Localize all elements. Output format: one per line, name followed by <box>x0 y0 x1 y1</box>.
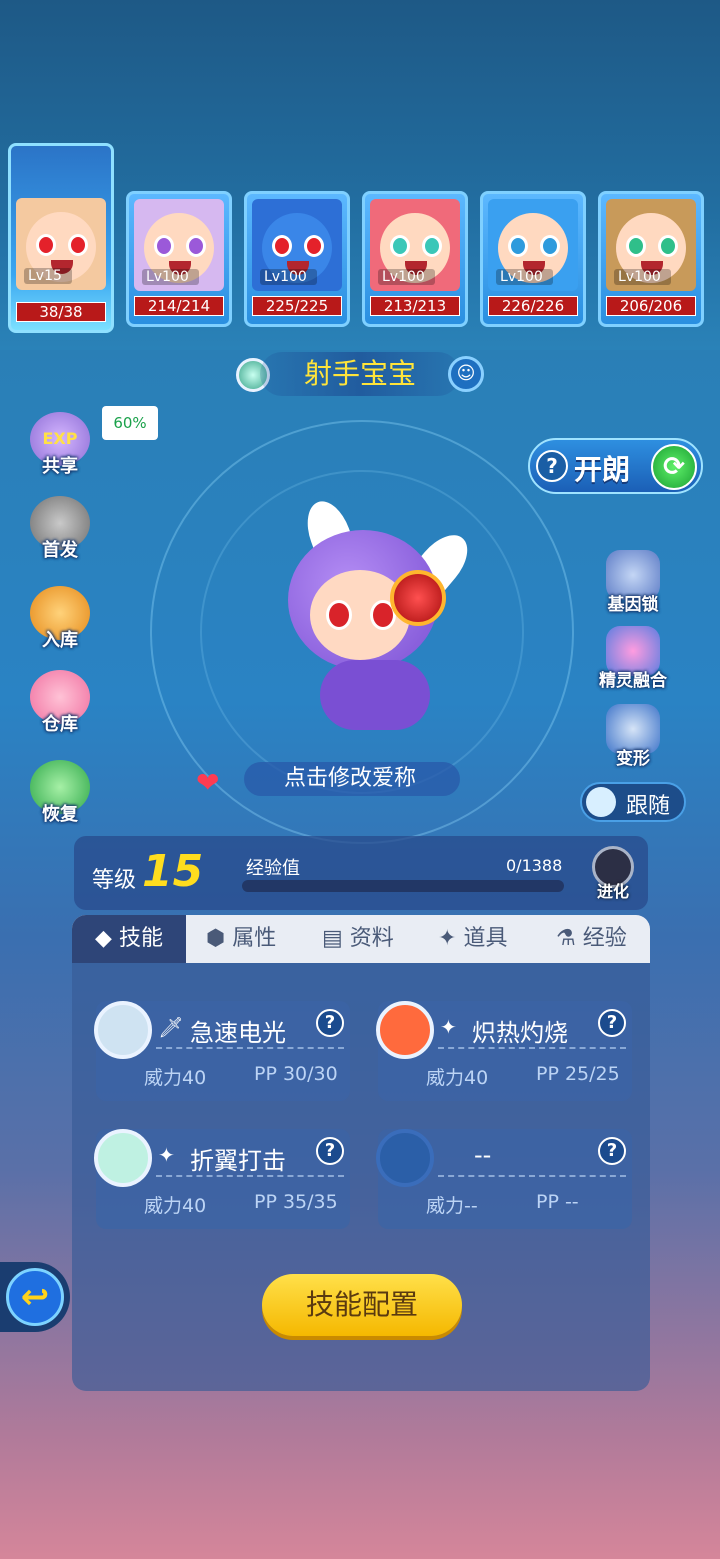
team-slot-3[interactable]: Lv100 225/225 <box>244 191 350 327</box>
pet-model[interactable] <box>240 495 490 760</box>
team-slot-4[interactable]: Lv100 213/213 <box>362 191 468 327</box>
level-tag: Lv100 <box>614 269 671 285</box>
level-value: 15 <box>142 846 204 897</box>
help-icon[interactable]: ? <box>316 1137 344 1165</box>
normal-type-icon <box>94 1001 152 1059</box>
level-panel: 等级 15 经验值 0/1388 进化 <box>74 836 648 910</box>
help-icon[interactable]: ? <box>316 1009 344 1037</box>
back-arrow-icon: ↩ <box>6 1268 64 1326</box>
level-tag: Lv100 <box>260 269 317 285</box>
skill-config-button[interactable]: 技能配置 <box>262 1274 462 1336</box>
team-roster: Lv15 38/38 Lv100 214/214 Lv100 225/225 L… <box>8 143 712 335</box>
pet-form-icon[interactable]: ☺ <box>448 356 484 392</box>
pet-portrait: Lv100 <box>134 199 224 291</box>
pet-portrait: Lv15 <box>16 198 106 290</box>
level-tag: Lv100 <box>378 269 435 285</box>
store-button[interactable]: 入库 <box>26 586 94 652</box>
hp-bar: 226/226 <box>488 296 578 316</box>
fire-type-icon <box>376 1001 434 1059</box>
toggle-knob <box>586 787 616 817</box>
pet-portrait: Lv100 <box>488 199 578 291</box>
help-icon[interactable]: ? <box>536 450 568 482</box>
level-tag: Lv100 <box>142 269 199 285</box>
skill-slot-3[interactable]: ✦ 折翼打击 ? 威力40 PP 35/35 <box>94 1129 350 1229</box>
hp-bar: 225/225 <box>252 296 342 316</box>
special-attack-icon: ✦ <box>440 1015 457 1039</box>
fusion-button[interactable]: 精灵融合 <box>588 626 678 691</box>
team-slot-5[interactable]: Lv100 226/226 <box>480 191 586 327</box>
team-slot-6[interactable]: Lv100 206/206 <box>598 191 704 327</box>
nature-button[interactable]: ? 开朗 ⟳ <box>528 438 703 494</box>
gene-lock-button[interactable]: 基因锁 <box>588 550 678 615</box>
skill-slot-4[interactable]: -- ? 威力-- PP -- <box>376 1129 632 1229</box>
hp-bar: 206/206 <box>606 296 696 316</box>
tab-profile[interactable]: ▤ 资料 <box>322 915 394 963</box>
hp-bar: 38/38 <box>16 302 106 322</box>
tab-items[interactable]: ✦ 道具 <box>438 915 507 963</box>
skill-slot-1[interactable]: 🗡 急速电光 ? 威力40 PP 30/30 <box>94 1001 350 1101</box>
exp-value: 0/1388 <box>506 856 563 875</box>
empty-skill-icon <box>376 1129 434 1187</box>
tab-experience[interactable]: ⚗ 经验 <box>556 915 627 963</box>
first-slot-button[interactable]: 首发 <box>26 496 94 562</box>
tab-skills[interactable]: ◆ 技能 <box>72 915 186 963</box>
special-attack-icon: ✦ <box>158 1143 175 1167</box>
nickname-edit[interactable]: 点击修改爱称 <box>244 762 461 796</box>
flying-type-icon <box>94 1129 152 1187</box>
back-button[interactable]: ↩ <box>0 1262 70 1332</box>
skill-slot-2[interactable]: ✦ 炽热灼烧 ? 威力40 PP 25/25 <box>376 1001 632 1101</box>
evolve-button[interactable]: 进化 <box>586 846 640 902</box>
hp-bar: 213/213 <box>370 296 460 316</box>
exp-share-percent: 60% <box>102 406 158 440</box>
recover-button[interactable]: 恢复 <box>26 760 94 826</box>
level-tag: Lv15 <box>24 268 72 284</box>
physical-attack-icon: 🗡 <box>158 1015 184 1039</box>
hp-bar: 214/214 <box>134 296 224 316</box>
heart-icon: ❤ <box>196 766 220 799</box>
pet-name: 射手宝宝 <box>260 352 460 396</box>
help-icon[interactable]: ? <box>598 1009 626 1037</box>
transform-button[interactable]: 变形 <box>588 704 678 769</box>
team-slot-2[interactable]: Lv100 214/214 <box>126 191 232 327</box>
refresh-icon[interactable]: ⟳ <box>651 444 697 490</box>
pet-portrait: Lv100 <box>252 199 342 291</box>
pet-portrait: Lv100 <box>606 199 696 291</box>
exp-share-button[interactable]: EXP 共享 <box>26 412 94 478</box>
help-icon[interactable]: ? <box>598 1137 626 1165</box>
pet-portrait: Lv100 <box>370 199 460 291</box>
team-slot-1[interactable]: Lv15 38/38 <box>8 143 114 333</box>
level-tag: Lv100 <box>496 269 553 285</box>
tab-attributes[interactable]: ⬢ 属性 <box>206 915 276 963</box>
exp-bar <box>242 880 564 892</box>
tab-bar: ◆ 技能 ⬢ 属性 ▤ 资料 ✦ 道具 ⚗ 经验 <box>72 915 650 963</box>
warehouse-button[interactable]: 仓库 <box>26 670 94 736</box>
follow-toggle[interactable]: 跟随 <box>580 782 686 822</box>
